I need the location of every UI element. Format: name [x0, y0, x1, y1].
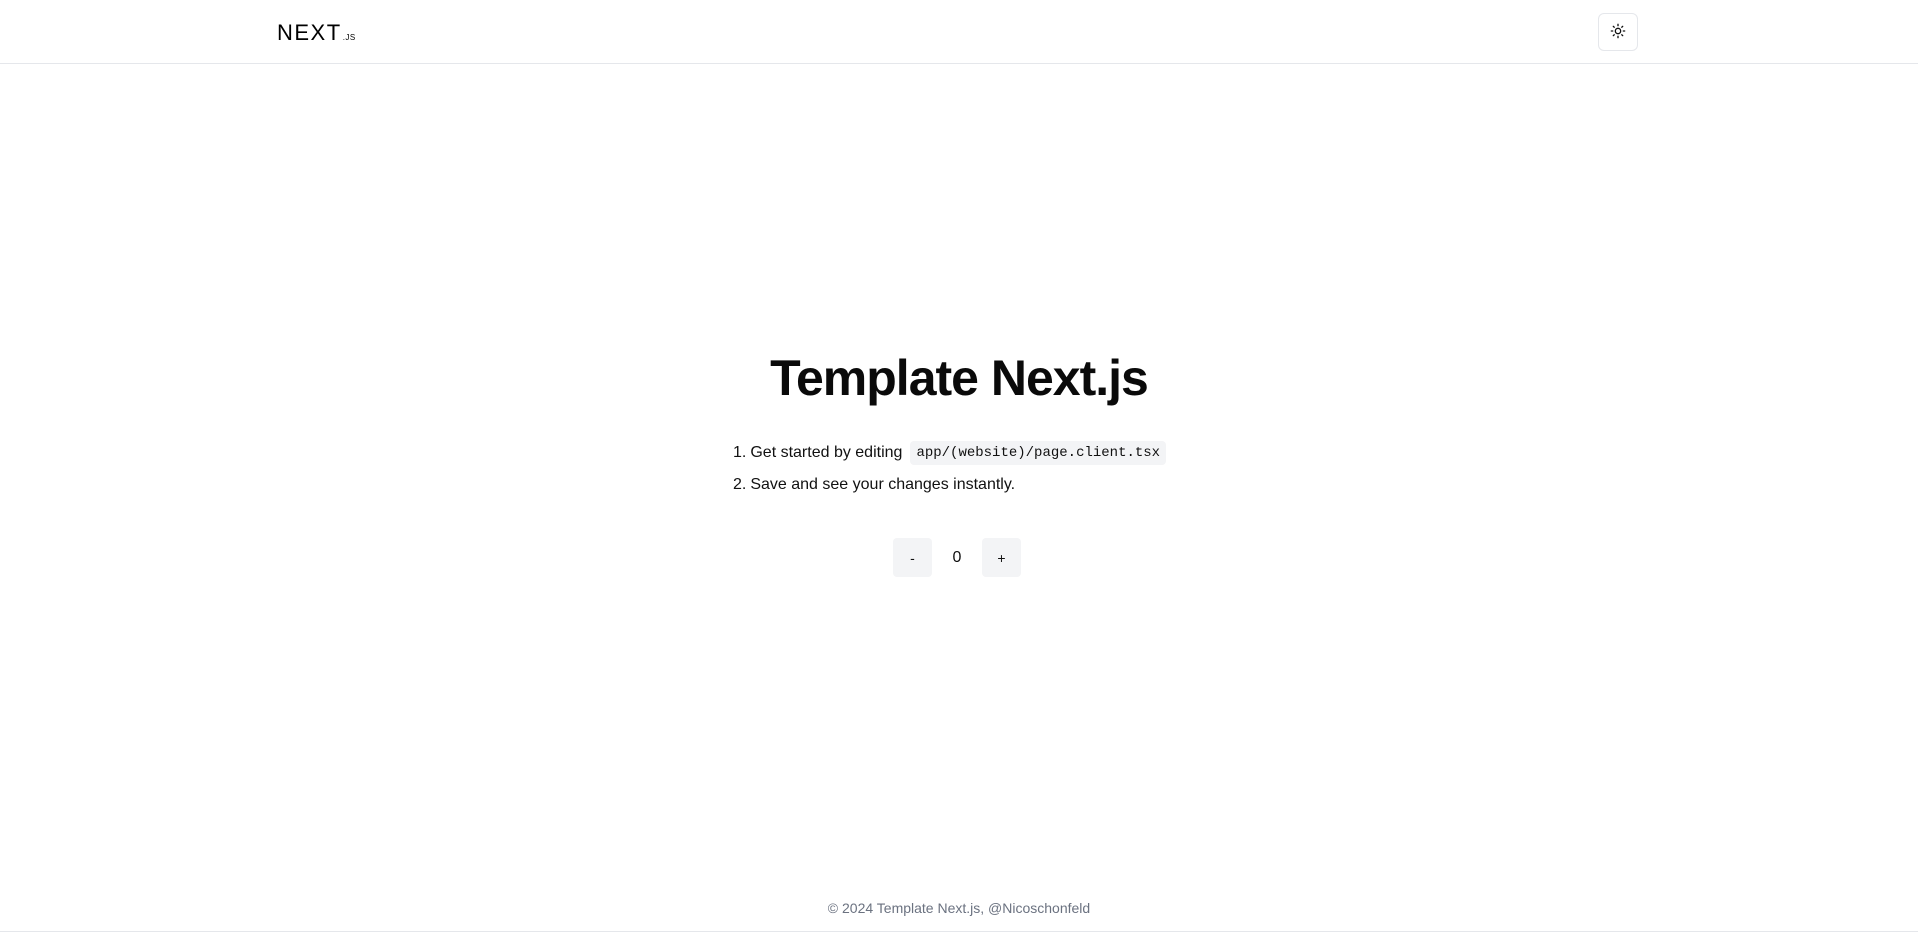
increment-button[interactable]: + [982, 538, 1021, 577]
theme-toggle-button[interactable] [1598, 13, 1638, 51]
file-path-code: app/(website)/page.client.tsx [910, 441, 1167, 465]
decrement-button[interactable]: - [893, 538, 932, 577]
step-number: 2. [733, 476, 747, 493]
site-footer: © 2024 Template Next.js, @Nicoschonfeld [0, 898, 1918, 918]
list-item: 1. Get started by editing app/(website)/… [733, 441, 1233, 465]
counter-value: 0 [952, 548, 962, 566]
logo-wordmark: NEXT [277, 20, 342, 45]
page-title: Template Next.js [770, 350, 1149, 406]
step-text: Get started by editing [750, 444, 903, 461]
counter: - 0 + [893, 538, 1021, 577]
list-item: 2. Save and see your changes instantly. [733, 473, 1233, 497]
logo-suffix: .JS [342, 33, 356, 42]
nextjs-logo[interactable]: NEXT .JS [277, 20, 356, 44]
step-text: Save and see your changes instantly. [750, 476, 1016, 493]
copyright-text: © 2024 Template Next.js, @Nicoschonfeld [827, 900, 1091, 916]
step-number: 1. [733, 444, 747, 461]
sun-icon [1610, 23, 1626, 42]
instructions-list: 1. Get started by editing app/(website)/… [733, 441, 1233, 505]
site-header: NEXT .JS [0, 0, 1918, 64]
